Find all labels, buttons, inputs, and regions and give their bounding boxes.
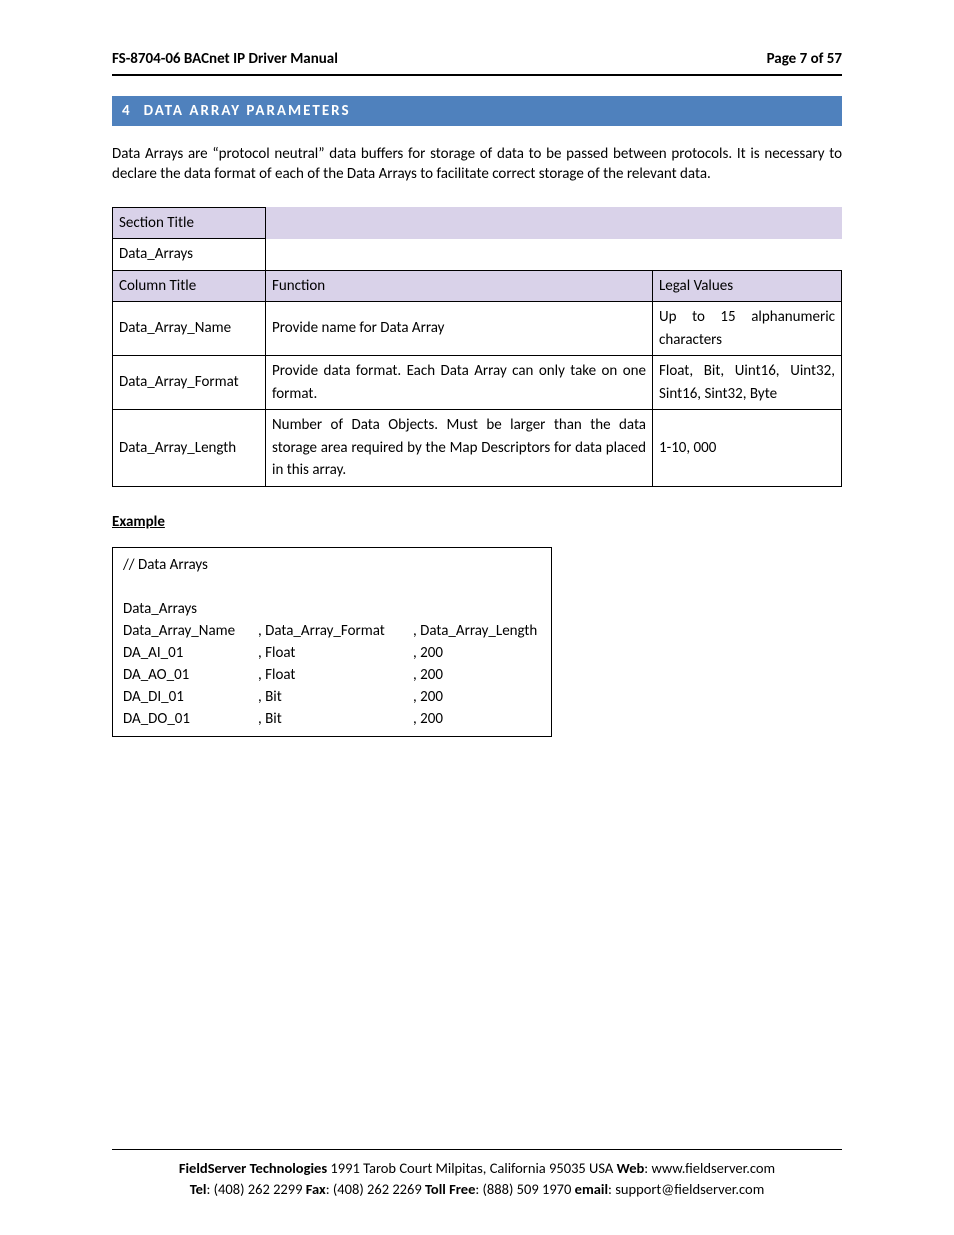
page-header: FS-8704-06 BACnet IP Driver Manual Page … [112,50,842,76]
table-row: DA_DO_01 , Bit , 200 [123,708,541,730]
example-cell: , Float [258,664,413,686]
example-cell: DA_DO_01 [123,708,258,730]
param-legal: 1-10, 000 [653,410,842,487]
table-row [123,576,541,598]
footer-tollfree: : (888) 509 1970 [475,1180,574,1198]
function-label: Function [266,270,653,302]
section-title: DATA ARRAY PARAMETERS [144,102,351,120]
footer-email: : support@fieldserver.com [608,1180,764,1198]
param-name: Data_Array_Length [113,410,266,487]
param-function: Provide data format. Each Data Array can… [266,356,653,410]
example-header: , Data_Array_Length [413,620,541,642]
example-cell: , 200 [413,686,541,708]
document-page: FS-8704-06 BACnet IP Driver Manual Page … [0,0,954,1235]
footer-tel: : (408) 262 2299 [206,1180,305,1198]
footer-address: 1991 Tarob Court Milpitas, California 95… [327,1159,616,1177]
table-row: Data_Arrays [113,239,842,271]
example-cell: , Bit [258,708,413,730]
page-footer: FieldServer Technologies 1991 Tarob Cour… [112,1149,842,1199]
example-cell: , 200 [413,664,541,686]
parameter-table: Section Title Data_Arrays Column Title F… [112,207,842,487]
footer-line-1: FieldServer Technologies 1991 Tarob Cour… [112,1158,842,1178]
example-cell: , 200 [413,642,541,664]
table-row: Data_Array_Format Provide data format. E… [113,356,842,410]
empty-cell [266,239,842,271]
table-row: Column Title Function Legal Values [113,270,842,302]
empty-cell [266,207,842,239]
table-row: Data_Array_Name Provide name for Data Ar… [113,302,842,356]
example-cell: DA_DI_01 [123,686,258,708]
param-legal: Up to 15 alphanumeric characters [653,302,842,356]
table-row: DA_AI_01 , Float , 200 [123,642,541,664]
footer-fax-label: Fax [306,1180,326,1198]
footer-tel-label: Tel [190,1180,207,1198]
footer-fax: : (408) 262 2269 [326,1180,425,1198]
footer-email-label: email [575,1180,608,1198]
example-cell: , 200 [413,708,541,730]
example-cell: , Bit [258,686,413,708]
param-name: Data_Array_Name [113,302,266,356]
example-cell: DA_AI_01 [123,642,258,664]
table-row: DA_AO_01 , Float , 200 [123,664,541,686]
param-function: Number of Data Objects. Must be larger t… [266,410,653,487]
example-heading: Example [112,513,842,531]
table-row: Data_Arrays [123,598,541,620]
footer-tollfree-label: Toll Free [425,1180,475,1198]
example-header: , Data_Array_Format [258,620,413,642]
table-row: // Data Arrays [123,554,541,576]
example-box: // Data Arrays Data_Arrays Data_Array_Na… [112,547,552,737]
table-row: Data_Array_Name , Data_Array_Format , Da… [123,620,541,642]
param-function: Provide name for Data Array [266,302,653,356]
footer-web: : www.fieldserver.com [644,1159,775,1177]
example-header: Data_Array_Name [123,620,258,642]
example-table: // Data Arrays Data_Arrays Data_Array_Na… [123,554,541,730]
example-cell: , Float [258,642,413,664]
header-page-number: Page 7 of 57 [767,50,842,68]
empty-cell [123,576,541,598]
param-name: Data_Array_Format [113,356,266,410]
table-row: DA_DI_01 , Bit , 200 [123,686,541,708]
legal-values-label: Legal Values [653,270,842,302]
section-title-value: Data_Arrays [113,239,266,271]
section-number: 4 [122,102,130,120]
column-title-label: Column Title [113,270,266,302]
footer-line-2: Tel: (408) 262 2299 Fax: (408) 262 2269 … [112,1179,842,1199]
footer-web-label: Web [617,1159,645,1177]
param-legal: Float, Bit, Uint16, Uint32, Sint16, Sint… [653,356,842,410]
example-cell: DA_AO_01 [123,664,258,686]
table-row: Data_Array_Length Number of Data Objects… [113,410,842,487]
intro-paragraph: Data Arrays are “protocol neutral” data … [112,144,842,185]
table-row: Section Title [113,207,842,239]
section-title-label: Section Title [113,207,266,239]
example-section: Data_Arrays [123,598,541,620]
section-heading: 4 DATA ARRAY PARAMETERS [112,96,842,126]
example-comment: // Data Arrays [123,554,541,576]
header-title: FS-8704-06 BACnet IP Driver Manual [112,50,338,68]
footer-company: FieldServer Technologies [179,1159,327,1177]
